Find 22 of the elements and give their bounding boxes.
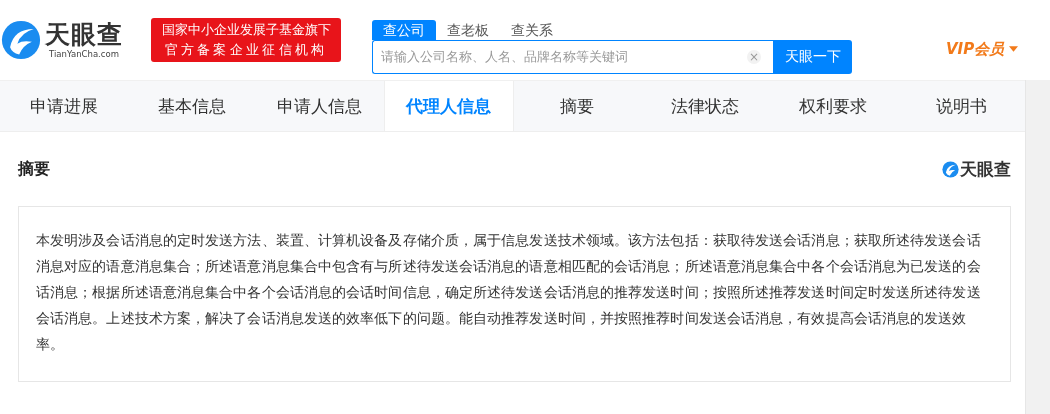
scrollbar[interactable] — [1025, 80, 1050, 414]
nav-tab[interactable]: 摘要 — [513, 81, 642, 131]
caret-icon[interactable] — [1009, 46, 1019, 52]
logo-name: 天眼查 — [960, 157, 1011, 181]
search-tab[interactable]: 查老板 — [436, 19, 500, 40]
nav-tab[interactable]: 申请人信息 — [255, 81, 384, 131]
search-tab[interactable]: 查关系 — [500, 19, 564, 40]
search-tab[interactable]: 查公司 — [372, 19, 436, 40]
abstract-text: 本发明涉及会话消息的定时发送方法、装置、计算机设备及存储介质，属于信息发送技术领域。该方法包括：获取待发送会话消息；获取所述待发送会话消息对应的语意消息集合；所述语意消息集合中包含有与所述待发送会话消息的语意相匹配的会话消息；所述语意消息集合中各个会话消息为已发送的会话消息；根据所述语意消息集合中各个会话消息的会话时间信息，确定所述待发送会话消息的推荐发送时间；按照所述推荐发送时间定时发送所述待发送会话消息。上述技术方案，解决了会话消息发送的效率低下的问题。能自动推荐发送时间，并按照推荐时间发送会话消息，有效提高会话消息的发送效率。 — [36, 231, 982, 354]
nav-tab[interactable]: 法律状态 — [641, 81, 770, 131]
logo-icon — [1, 20, 41, 60]
logo-domain: TianYanCha.com — [49, 48, 119, 60]
search-button[interactable]: 天眼一下 — [773, 39, 852, 74]
nav-tab[interactable]: 代理人信息 — [383, 81, 514, 131]
logo-icon — [942, 160, 959, 178]
nav-tab[interactable]: 权利要求 — [769, 81, 898, 131]
logo-name: 天眼查 — [45, 20, 123, 49]
section-title: 摘要 — [18, 158, 50, 180]
nav-tab[interactable]: 申请进展 — [0, 81, 128, 131]
nav-tab[interactable]: 说明书 — [897, 81, 1025, 131]
slogan-banner: 国家中小企业发展子基金旗下 官方备案企业征信机构 — [151, 18, 341, 62]
nav-tab[interactable]: 基本信息 — [127, 81, 256, 131]
